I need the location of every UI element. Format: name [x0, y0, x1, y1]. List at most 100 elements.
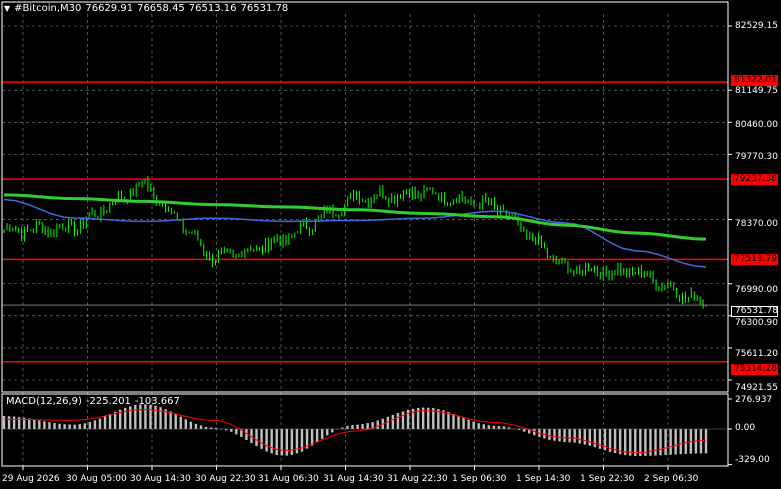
- macd-bar: [477, 423, 480, 429]
- chart-title-bar: ▼ #Bitcoin,M30 76629.91 76658.45 76513.16 765…: [4, 2, 292, 15]
- trading-chart[interactable]: [0, 0, 781, 489]
- macd-bar: [593, 429, 597, 448]
- time-tick: 31 Aug 06:30: [258, 474, 319, 484]
- time-tick: 1 Sep 14:30: [516, 474, 571, 484]
- macd-bar: [38, 420, 41, 429]
- level-badge: 77513.79: [731, 254, 778, 265]
- macd-bar: [331, 429, 334, 433]
- macd-bar: [255, 429, 258, 447]
- macd-bar: [78, 424, 81, 429]
- macd-bar: [189, 421, 193, 429]
- moving-average-slow: [3, 193, 707, 241]
- macd-bar: [184, 419, 188, 429]
- time-tick: 30 Aug 22:30: [195, 474, 256, 484]
- macd-bar: [98, 418, 102, 429]
- macd-bar: [704, 429, 708, 454]
- macd-bar: [583, 429, 586, 445]
- macd-bar: [472, 421, 475, 429]
- close-value: 76531.78: [240, 3, 289, 14]
- macd-bar: [401, 411, 405, 429]
- horizontal-levels: [2, 81, 728, 363]
- macd-bar: [447, 412, 450, 429]
- macd-bar: [654, 429, 657, 456]
- macd-bar: [522, 429, 526, 432]
- macd-bar: [623, 429, 627, 456]
- macd-bar: [260, 429, 263, 449]
- time-tick: 1 Sep 22:30: [580, 474, 635, 484]
- macd-bar: [108, 414, 112, 429]
- macd-bar: [629, 429, 632, 456]
- time-tick: 30 Aug 14:30: [130, 474, 191, 484]
- price-tick: 81149.75: [735, 86, 778, 96]
- macd-main-value: -225.201: [85, 396, 131, 407]
- macd-bar: [482, 424, 485, 429]
- macd-bar: [386, 416, 390, 429]
- macd-bar: [63, 424, 66, 429]
- macd-bar: [285, 429, 289, 456]
- macd-bar: [73, 424, 76, 429]
- macd-bar: [199, 425, 203, 429]
- macd-bar: [139, 404, 142, 429]
- macd-bar: [674, 429, 677, 455]
- macd-bar: [265, 429, 268, 452]
- macd-bar: [669, 429, 672, 455]
- macd-bar: [588, 429, 592, 446]
- time-tick: 31 Aug 14:30: [323, 474, 384, 484]
- macd-axis-tick: 0.00: [735, 423, 756, 433]
- macd-bar: [598, 429, 602, 449]
- macd-bar: [103, 416, 107, 429]
- symbol-label: #Bitcoin,M30: [14, 3, 82, 14]
- macd-bar: [684, 429, 687, 454]
- macd-bar: [487, 425, 491, 429]
- macd-bar: [391, 414, 395, 429]
- macd-histogram: [2, 404, 708, 457]
- macd-bar: [558, 429, 561, 442]
- macd-bar: [320, 429, 324, 439]
- price-tick: 78370.00: [735, 219, 778, 229]
- macd-bar: [194, 423, 198, 429]
- price-tick: 75611.20: [735, 349, 778, 359]
- price-candles: [3, 176, 707, 309]
- macd-bar: [659, 429, 662, 456]
- macd-bar: [154, 405, 157, 429]
- macd-bar: [573, 429, 576, 443]
- macd-axis-tick: -329.00: [735, 455, 770, 465]
- macd-bar: [245, 429, 248, 440]
- macd-bar: [169, 411, 172, 429]
- macd-bar: [634, 429, 637, 457]
- level-badge: 79237.38: [731, 174, 778, 185]
- macd-bar: [553, 429, 556, 441]
- macd-bar: [578, 429, 581, 444]
- macd-bar: [563, 429, 566, 443]
- macd-bar: [230, 429, 233, 432]
- macd-bar: [346, 425, 349, 429]
- macd-bar: [33, 419, 36, 429]
- macd-bar: [58, 423, 61, 429]
- macd-bar: [28, 418, 31, 429]
- macd-bar: [174, 414, 177, 429]
- price-tick: 76990.00: [735, 285, 778, 295]
- macd-bar: [502, 426, 506, 429]
- macd-bar: [235, 429, 238, 435]
- low-value: 76513.16: [188, 3, 237, 14]
- macd-bar: [361, 424, 364, 429]
- macd-bar: [326, 429, 329, 436]
- macd-bar: [366, 423, 369, 429]
- macd-bar: [315, 429, 319, 443]
- level-badge: 81322.01: [731, 75, 778, 86]
- macd-bar: [548, 429, 551, 440]
- level-badge: 75314.26: [731, 364, 778, 375]
- collapse-triangle-icon[interactable]: ▼: [4, 4, 10, 13]
- macd-bar: [467, 419, 470, 429]
- macd-bar: [497, 426, 501, 429]
- macd-bar: [406, 409, 410, 429]
- macd-bar: [280, 429, 283, 456]
- macd-bar: [270, 429, 273, 454]
- macd-bar: [134, 404, 137, 429]
- macd-bar: [568, 429, 571, 443]
- macd-bar: [88, 422, 92, 429]
- macd-bar: [396, 413, 400, 429]
- macd-bar: [462, 417, 465, 429]
- price-tick: 80460.00: [735, 120, 778, 130]
- macd-signal-value: -103.667: [134, 396, 180, 407]
